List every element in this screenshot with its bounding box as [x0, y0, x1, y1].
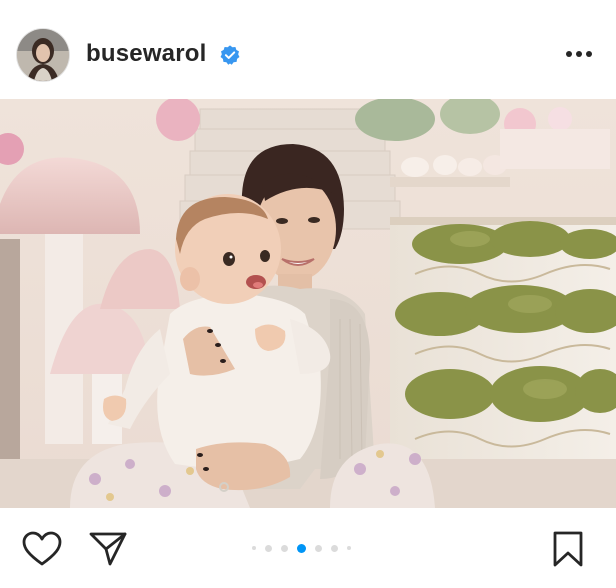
- carousel-indicator: [252, 543, 351, 553]
- carousel-dot: [347, 546, 351, 550]
- carousel-dot: [252, 546, 256, 550]
- bookmark-icon[interactable]: [550, 531, 586, 567]
- more-options-icon[interactable]: [564, 47, 594, 61]
- carousel-dot: [281, 544, 288, 552]
- post-photo[interactable]: [0, 99, 616, 508]
- carousel-dot: [331, 544, 338, 552]
- carousel-dot: [265, 544, 272, 552]
- carousel-dot: [315, 544, 322, 552]
- paper-plane-icon[interactable]: [89, 531, 127, 567]
- verified-badge-icon: [220, 45, 240, 65]
- post-actions-bar: [0, 508, 616, 588]
- avatar[interactable]: [17, 29, 69, 81]
- username[interactable]: busewarol: [86, 40, 207, 68]
- heart-icon[interactable]: [22, 531, 62, 567]
- post-header: busewarol: [0, 0, 616, 99]
- carousel-dot-active: [297, 543, 306, 553]
